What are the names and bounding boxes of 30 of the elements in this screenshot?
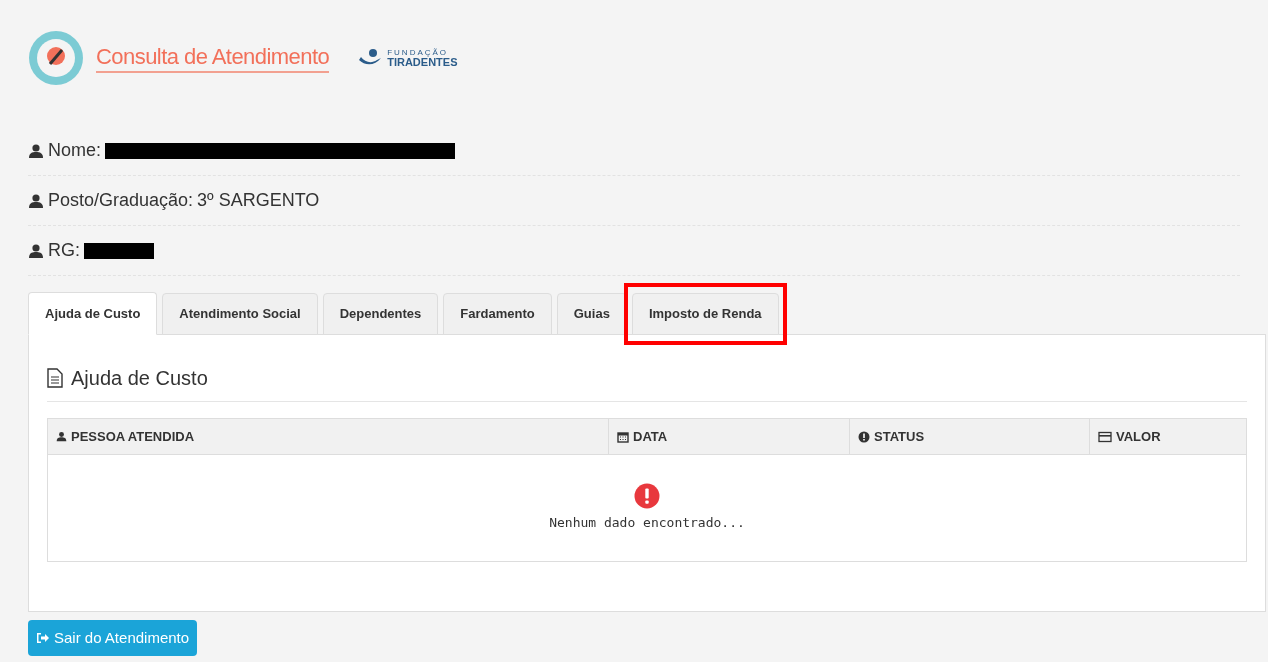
info-label: Posto/Graduação: <box>48 189 194 212</box>
tab[interactable]: Guias <box>556 293 627 335</box>
tab[interactable]: Ajuda de Custo <box>28 292 158 335</box>
column-label: PESSOA ATENDIDA <box>71 427 195 446</box>
tab[interactable]: Imposto de Renda <box>631 293 779 335</box>
exit-icon <box>36 632 50 644</box>
info-label: RG: <box>48 239 80 262</box>
foundation-name: TIRADENTES <box>387 56 458 68</box>
user-icon <box>28 142 44 159</box>
foundation-label: FUNDAÇÃO <box>387 48 449 57</box>
info-value: 3º SARGENTO <box>197 189 320 212</box>
tab[interactable]: Atendimento Social <box>162 293 318 335</box>
alert-icon <box>858 430 870 443</box>
app-title: Consulta de Atendimento <box>96 43 330 73</box>
panel-title: Ajuda de Custo <box>71 366 208 391</box>
tab[interactable]: Dependentes <box>322 293 439 335</box>
error-icon <box>634 483 660 510</box>
empty-message: Nenhum dado encontrado... <box>549 514 745 533</box>
column-label: VALOR <box>1116 427 1161 446</box>
user-icon <box>56 431 67 442</box>
info-label: Nome: <box>48 139 101 162</box>
user-icon <box>28 192 44 209</box>
card-icon <box>1098 430 1112 443</box>
document-icon <box>47 368 63 388</box>
tab[interactable]: Fardamento <box>443 293 552 335</box>
column-label: STATUS <box>874 427 925 446</box>
column-label: DATA <box>633 427 668 446</box>
logo-icon <box>28 30 84 86</box>
calendar-icon <box>617 430 629 443</box>
user-icon <box>28 242 44 259</box>
